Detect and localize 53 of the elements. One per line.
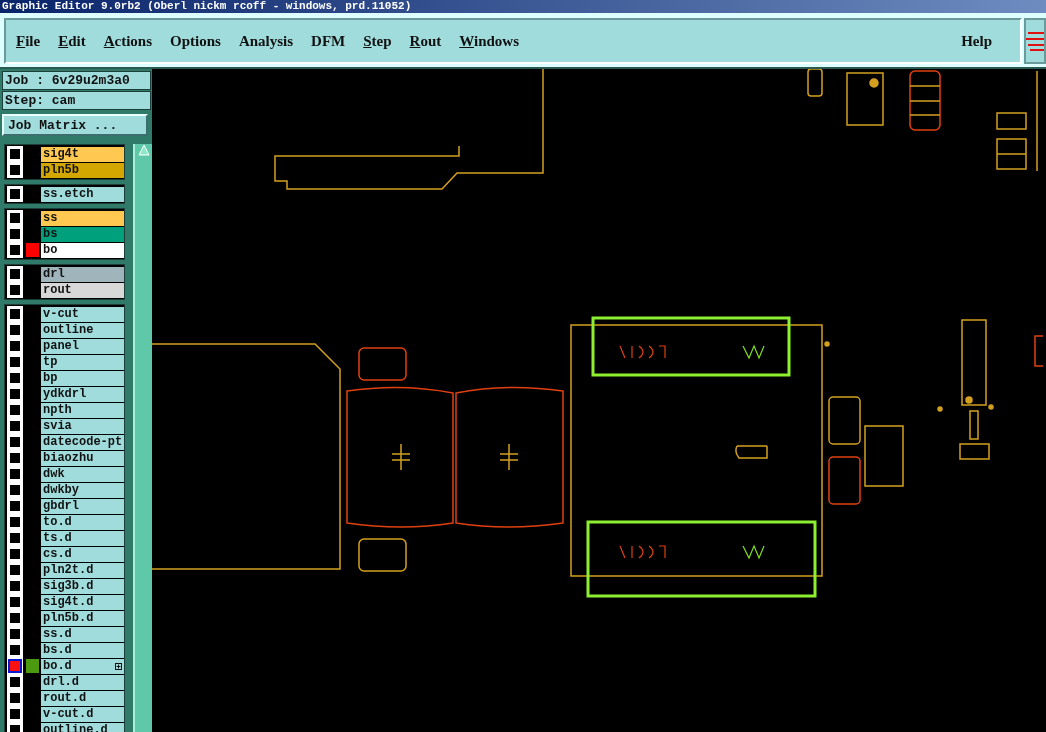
logo-icon — [1026, 29, 1044, 53]
layer-name[interactable]: bs — [41, 226, 124, 242]
layer-name[interactable]: drl — [41, 266, 124, 282]
layer-name[interactable]: panel — [41, 338, 124, 354]
window-title: Graphic Editor 9.0rb2 (Oberl nickm rcoff - windows, prd.11052) — [2, 0, 412, 13]
layer-name[interactable]: ss — [41, 210, 124, 226]
menu-item[interactable]: File — [16, 32, 41, 50]
layer-name[interactable]: bp — [41, 370, 124, 386]
step-label: Step: cam — [2, 91, 151, 110]
layer-name[interactable]: svia — [41, 418, 124, 434]
layer-name[interactable]: ss.d — [41, 626, 124, 642]
menu-item[interactable]: Options — [170, 32, 221, 50]
layer-name[interactable]: biaozhu — [41, 450, 124, 466]
menu-item[interactable]: Analysis — [238, 32, 294, 50]
layer-name[interactable]: outline.d — [41, 722, 124, 732]
menu-item[interactable]: Actions — [103, 32, 153, 50]
menu-item[interactable]: DFM — [311, 32, 346, 50]
layer-name[interactable]: to.d — [41, 514, 124, 530]
menu-item[interactable]: Help — [961, 32, 992, 50]
layer-name[interactable]: ts.d — [41, 530, 124, 546]
layer-name[interactable]: npth — [41, 402, 124, 418]
layer-name[interactable]: sig4t — [41, 146, 124, 162]
layer-name[interactable]: rout — [41, 282, 124, 298]
layer-checkbox[interactable] — [8, 659, 22, 673]
layer-name[interactable]: bo.d — [41, 658, 124, 674]
layer-name[interactable]: bo — [41, 242, 124, 258]
layer-name[interactable]: pln5b.d — [41, 610, 124, 626]
layer-name[interactable]: rout.d — [41, 690, 124, 706]
layer-name[interactable]: bs.d — [41, 642, 124, 658]
layer-name[interactable]: datecode-pt — [41, 434, 124, 450]
menu-item[interactable]: Windows — [459, 32, 520, 50]
layer-name[interactable]: dwk — [41, 466, 124, 482]
layer-name[interactable]: dwkby — [41, 482, 124, 498]
layer-name[interactable]: pln2t.d — [41, 562, 124, 578]
menu-item[interactable]: Step — [363, 32, 392, 50]
job-matrix-button[interactable]: Job Matrix ... — [2, 114, 148, 136]
menu-item[interactable]: Edit — [58, 32, 86, 50]
scrollbar[interactable] — [133, 144, 152, 732]
layer-name[interactable]: sig4t.d — [41, 594, 124, 610]
layer-name[interactable]: ss.etch — [41, 186, 124, 202]
menu-item[interactable]: Rout — [409, 32, 442, 50]
layer-name[interactable]: cs.d — [41, 546, 124, 562]
layer-name[interactable]: ydkdrl — [41, 386, 124, 402]
layer-name[interactable]: tp — [41, 354, 124, 370]
job-label: Job : 6v29u2m3a0 — [2, 71, 151, 90]
layer-name[interactable]: v-cut.d — [41, 706, 124, 722]
expand-icon[interactable] — [115, 662, 122, 670]
layer-name[interactable]: v-cut — [41, 306, 124, 322]
layer-name[interactable]: gbdrl — [41, 498, 124, 514]
layer-name[interactable]: drl.d — [41, 674, 124, 690]
layer-name[interactable]: outline — [41, 322, 124, 338]
layer-name[interactable]: sig3b.d — [41, 578, 124, 594]
layer-name[interactable]: pln5b — [41, 162, 124, 178]
